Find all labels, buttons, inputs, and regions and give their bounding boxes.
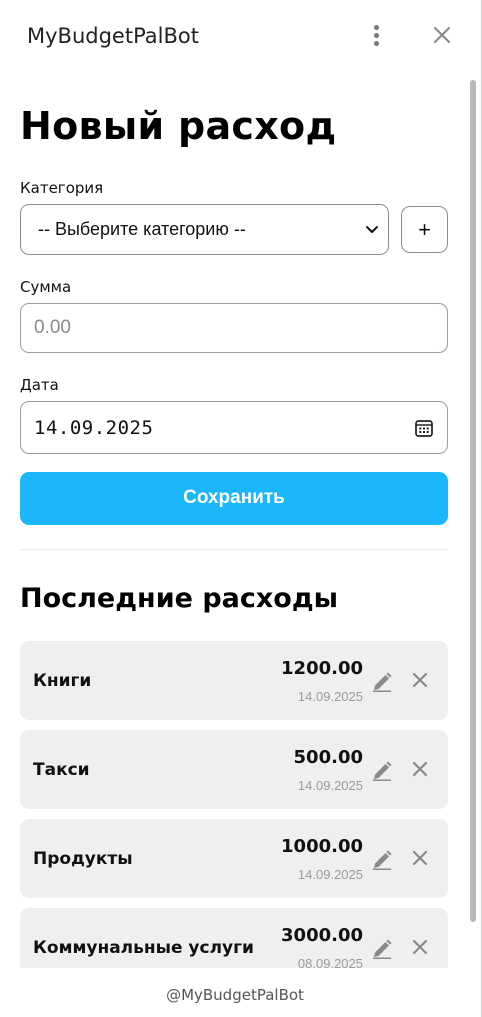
delete-x-icon[interactable]: [412, 672, 428, 688]
date-input[interactable]: 14.09.2025: [20, 401, 448, 454]
scrollbar[interactable]: [468, 70, 478, 970]
calendar-icon[interactable]: [414, 418, 434, 438]
delete-x-icon[interactable]: [412, 850, 428, 866]
scrollbar-thumb[interactable]: [470, 80, 476, 922]
recent-expenses-heading: Последние расходы: [20, 583, 339, 614]
app-title: MyBudgetPalBot: [27, 24, 199, 48]
expense-category: Такси: [33, 760, 90, 780]
chevron-down-icon: [366, 226, 378, 233]
amount-placeholder: 0.00: [34, 317, 71, 338]
pencil-icon[interactable]: [371, 671, 393, 693]
expense-date: 14.09.2025: [297, 689, 363, 704]
save-button[interactable]: Сохранить: [20, 472, 448, 525]
amount-label: Сумма: [20, 278, 72, 296]
delete-x-icon[interactable]: [412, 939, 428, 955]
add-category-button[interactable]: +: [401, 206, 448, 253]
category-select[interactable]: -- Выберите категорию --: [20, 204, 389, 255]
footer: @MyBudgetPalBot: [0, 968, 470, 1017]
page-title: Новый расход: [20, 104, 337, 148]
amount-input[interactable]: 0.00: [20, 303, 448, 353]
date-value: 14.09.2025: [34, 417, 154, 439]
add-category-label: +: [418, 217, 431, 242]
close-icon[interactable]: [430, 23, 454, 47]
expense-date: 14.09.2025: [297, 867, 363, 882]
delete-x-icon[interactable]: [412, 761, 428, 777]
pencil-icon[interactable]: [371, 760, 393, 782]
divider: [20, 549, 448, 550]
category-label: Категория: [20, 179, 104, 197]
expense-card: Книги 1200.00 14.09.2025: [20, 641, 448, 720]
expense-amount: 3000.00: [281, 925, 363, 946]
category-select-value: -- Выберите категорию --: [38, 219, 246, 239]
date-label: Дата: [20, 376, 59, 394]
pencil-icon[interactable]: [371, 938, 393, 960]
expense-card: Продукты 1000.00 14.09.2025: [20, 819, 448, 898]
expense-date: 14.09.2025: [297, 778, 363, 793]
expense-amount: 1200.00: [281, 658, 363, 679]
pencil-icon[interactable]: [371, 849, 393, 871]
footer-bot-handle: @MyBudgetPalBot: [166, 986, 304, 1004]
header: MyBudgetPalBot: [0, 0, 482, 70]
save-button-label: Сохранить: [183, 487, 285, 508]
expense-amount: 500.00: [293, 747, 363, 768]
expense-category: Книги: [33, 671, 92, 691]
expense-category: Коммунальные услуги: [33, 938, 254, 958]
expense-amount: 1000.00: [281, 836, 363, 857]
expense-category: Продукты: [33, 849, 133, 869]
bot-window: MyBudgetPalBot Новый расход Категория --…: [0, 0, 482, 1017]
more-vertical-icon[interactable]: [366, 22, 388, 50]
expense-card: Такси 500.00 14.09.2025: [20, 730, 448, 809]
